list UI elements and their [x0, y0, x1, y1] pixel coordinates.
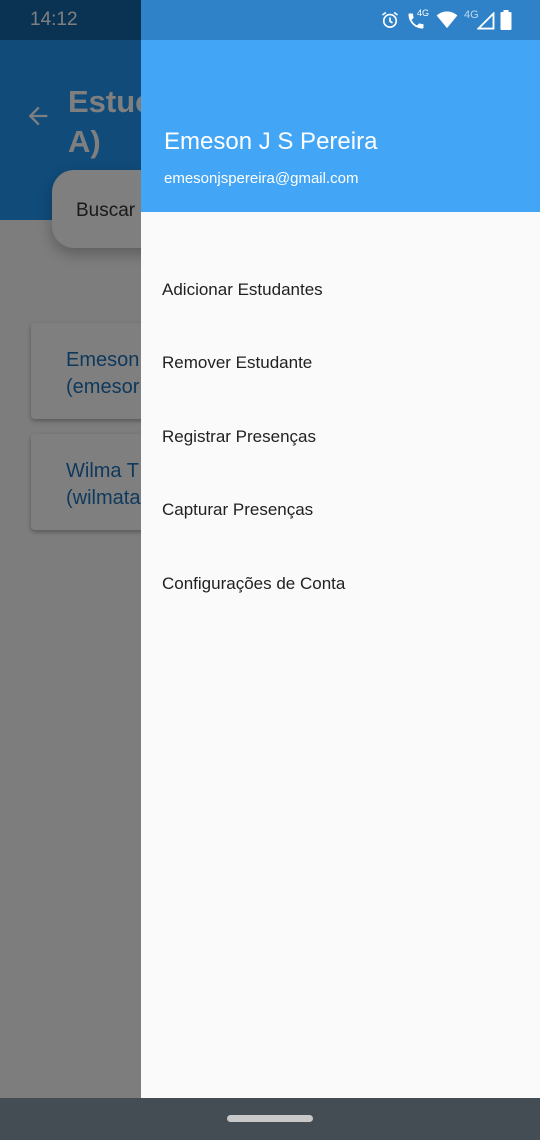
- battery-icon: [500, 10, 512, 30]
- status-icons: 4G 4G: [380, 8, 512, 32]
- menu-item-remover-estudante[interactable]: Remover Estudante: [141, 333, 540, 393]
- menu-item-label: Capturar Presenças: [162, 500, 314, 519]
- menu-item-label: Remover Estudante: [162, 353, 313, 372]
- menu-item-label: Registrar Presenças: [162, 427, 317, 446]
- signal-4g-icon: [477, 12, 495, 30]
- drawer-header: Emeson J S Pereira emesonjspereira@gmail…: [141, 40, 540, 212]
- account-name: Emeson J S Pereira: [164, 128, 378, 155]
- system-navigation-bar: [0, 1098, 540, 1140]
- menu-item-configuracoes-de-conta[interactable]: Configurações de Conta: [141, 554, 540, 614]
- alarm-icon: [382, 11, 398, 28]
- menu-item-registrar-presencas[interactable]: Registrar Presenças: [141, 407, 540, 467]
- call-label: 4G: [417, 8, 430, 18]
- home-gesture-handle[interactable]: [227, 1115, 313, 1122]
- wifi-icon: [436, 11, 458, 29]
- navigation-drawer: 4G 4G Emeson J S Pereira emesonjspereira…: [141, 0, 540, 1098]
- menu-item-capturar-presencas[interactable]: Capturar Presenças: [141, 480, 540, 540]
- menu-item-adicionar-estudantes[interactable]: Adicionar Estudantes: [141, 260, 540, 320]
- menu-item-label: Configurações de Conta: [162, 574, 346, 593]
- account-email: emesonjspereira@gmail.com: [164, 170, 359, 187]
- menu-item-label: Adicionar Estudantes: [162, 280, 323, 299]
- drawer-status-bar: 4G 4G: [141, 0, 540, 40]
